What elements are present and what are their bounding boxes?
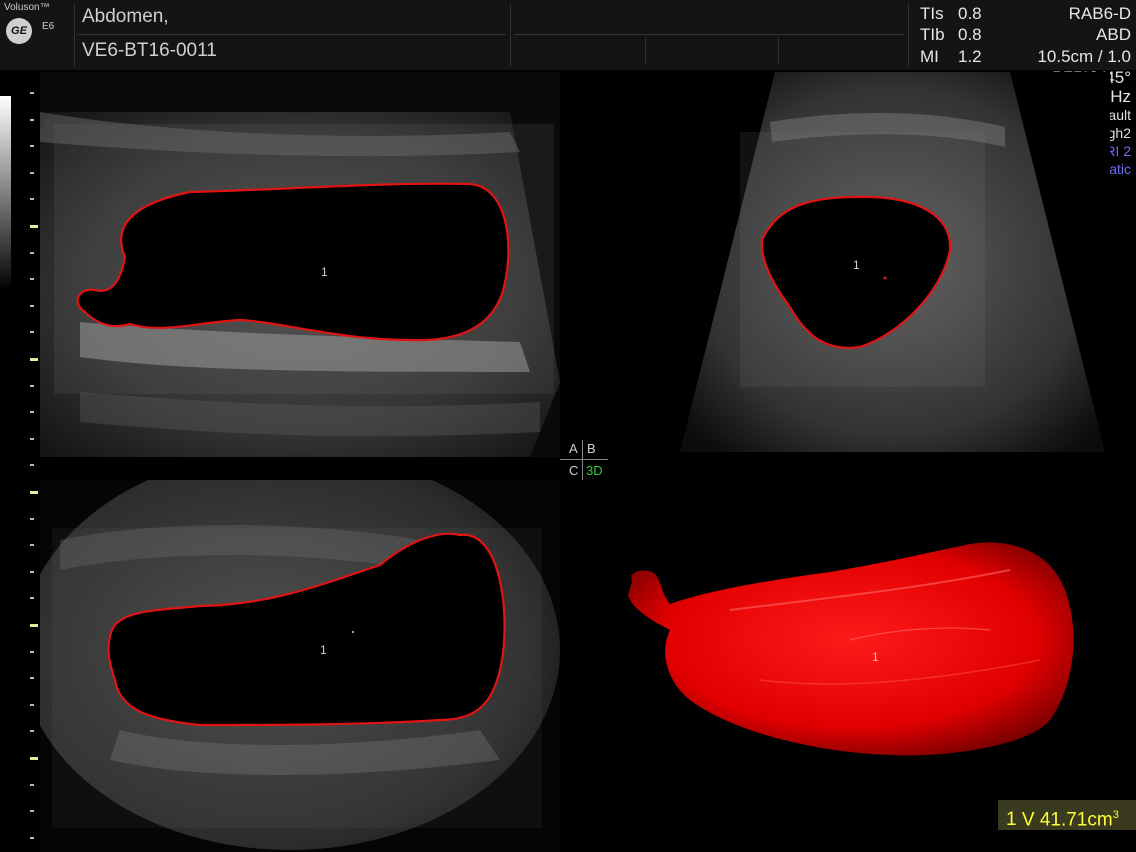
volume-exponent: 3 <box>1112 809 1119 821</box>
view-a-label: 1 <box>321 265 328 279</box>
render-image <box>628 542 1074 756</box>
volume-unit: cm <box>1087 809 1113 831</box>
depth-tick <box>30 784 34 786</box>
depth-tick <box>30 597 34 599</box>
view-b-image <box>680 72 1110 457</box>
depth-tick <box>30 518 34 520</box>
view-a[interactable]: 1 <box>40 72 560 457</box>
depth-tick <box>30 438 34 440</box>
depth-tick <box>30 464 34 466</box>
depth-tick <box>30 704 34 706</box>
tis-value: 0.8 <box>958 4 982 23</box>
depth-readout: 10.5cm / 1.0 <box>1037 47 1131 66</box>
view-3d-render[interactable]: 1 <box>610 530 1090 770</box>
patient-id: VE6-BT16-0011 <box>82 40 217 61</box>
header-bar: Voluson™ GE E6 Abdomen, VE6-BT16-0011 TI… <box>0 0 1136 70</box>
volume-value: 41.71 <box>1039 809 1088 831</box>
divider <box>74 4 75 66</box>
depth-tick <box>30 305 34 307</box>
depth-tick <box>30 119 34 121</box>
volume-prefix: V <box>1021 809 1035 831</box>
quad-b[interactable]: B <box>587 441 596 456</box>
divider <box>645 38 646 64</box>
volume-readout: 1 V 41.71cm3 <box>998 800 1136 830</box>
depth-tick <box>30 837 34 839</box>
quad-3d[interactable]: 3D <box>586 463 603 478</box>
depth-tick <box>30 198 34 200</box>
view-a-image <box>40 72 560 457</box>
volume-index: 1 <box>1006 809 1017 831</box>
quad-divider <box>582 440 583 480</box>
divider <box>908 4 909 66</box>
mi-value: 1.2 <box>958 47 982 66</box>
view-b[interactable]: 1 <box>680 72 1110 457</box>
model-label: E6 <box>42 21 55 32</box>
view-c-image <box>40 480 560 852</box>
divider <box>514 34 904 35</box>
depth-tick <box>30 172 34 174</box>
brand-name: Voluson™ <box>4 2 50 13</box>
mi-label: MI <box>920 47 939 66</box>
quad-a[interactable]: A <box>569 441 578 456</box>
tib-value: 0.8 <box>958 25 982 44</box>
quad-divider <box>560 459 608 460</box>
grayscale-bar <box>0 96 11 291</box>
quad-c[interactable]: C <box>569 463 578 478</box>
depth-tick <box>30 278 34 280</box>
depth-tick <box>30 544 34 546</box>
depth-tick <box>30 757 38 760</box>
preset-name: ABD <box>1096 25 1131 44</box>
depth-tick <box>30 358 38 361</box>
depth-tick <box>30 385 34 387</box>
view-c-label: 1 <box>320 643 327 657</box>
render-label: 1 <box>872 650 879 664</box>
depth-tick <box>30 624 38 627</box>
depth-tick <box>30 651 34 653</box>
depth-tick <box>30 571 34 573</box>
depth-tick <box>30 252 34 254</box>
divider <box>78 34 506 35</box>
view-c[interactable]: 1 <box>40 480 560 852</box>
quad-selector[interactable]: A B C 3D <box>560 440 608 480</box>
depth-tick <box>30 730 34 732</box>
depth-tick <box>30 331 34 333</box>
depth-tick <box>30 491 38 494</box>
depth-tick <box>30 677 34 679</box>
view-b-label: 1 <box>853 258 860 272</box>
divider <box>510 4 511 66</box>
depth-tick <box>30 92 34 94</box>
tis-label: TIs <box>920 4 944 23</box>
divider <box>778 38 779 64</box>
depth-tick <box>30 810 34 812</box>
exam-type: Abdomen, <box>82 6 169 27</box>
depth-tick <box>30 411 34 413</box>
probe-name: RAB6-D <box>1068 4 1131 23</box>
tib-label: TIb <box>920 25 945 44</box>
ge-logo-icon: GE <box>6 18 32 44</box>
depth-tick <box>30 225 38 228</box>
depth-tick <box>30 145 34 147</box>
